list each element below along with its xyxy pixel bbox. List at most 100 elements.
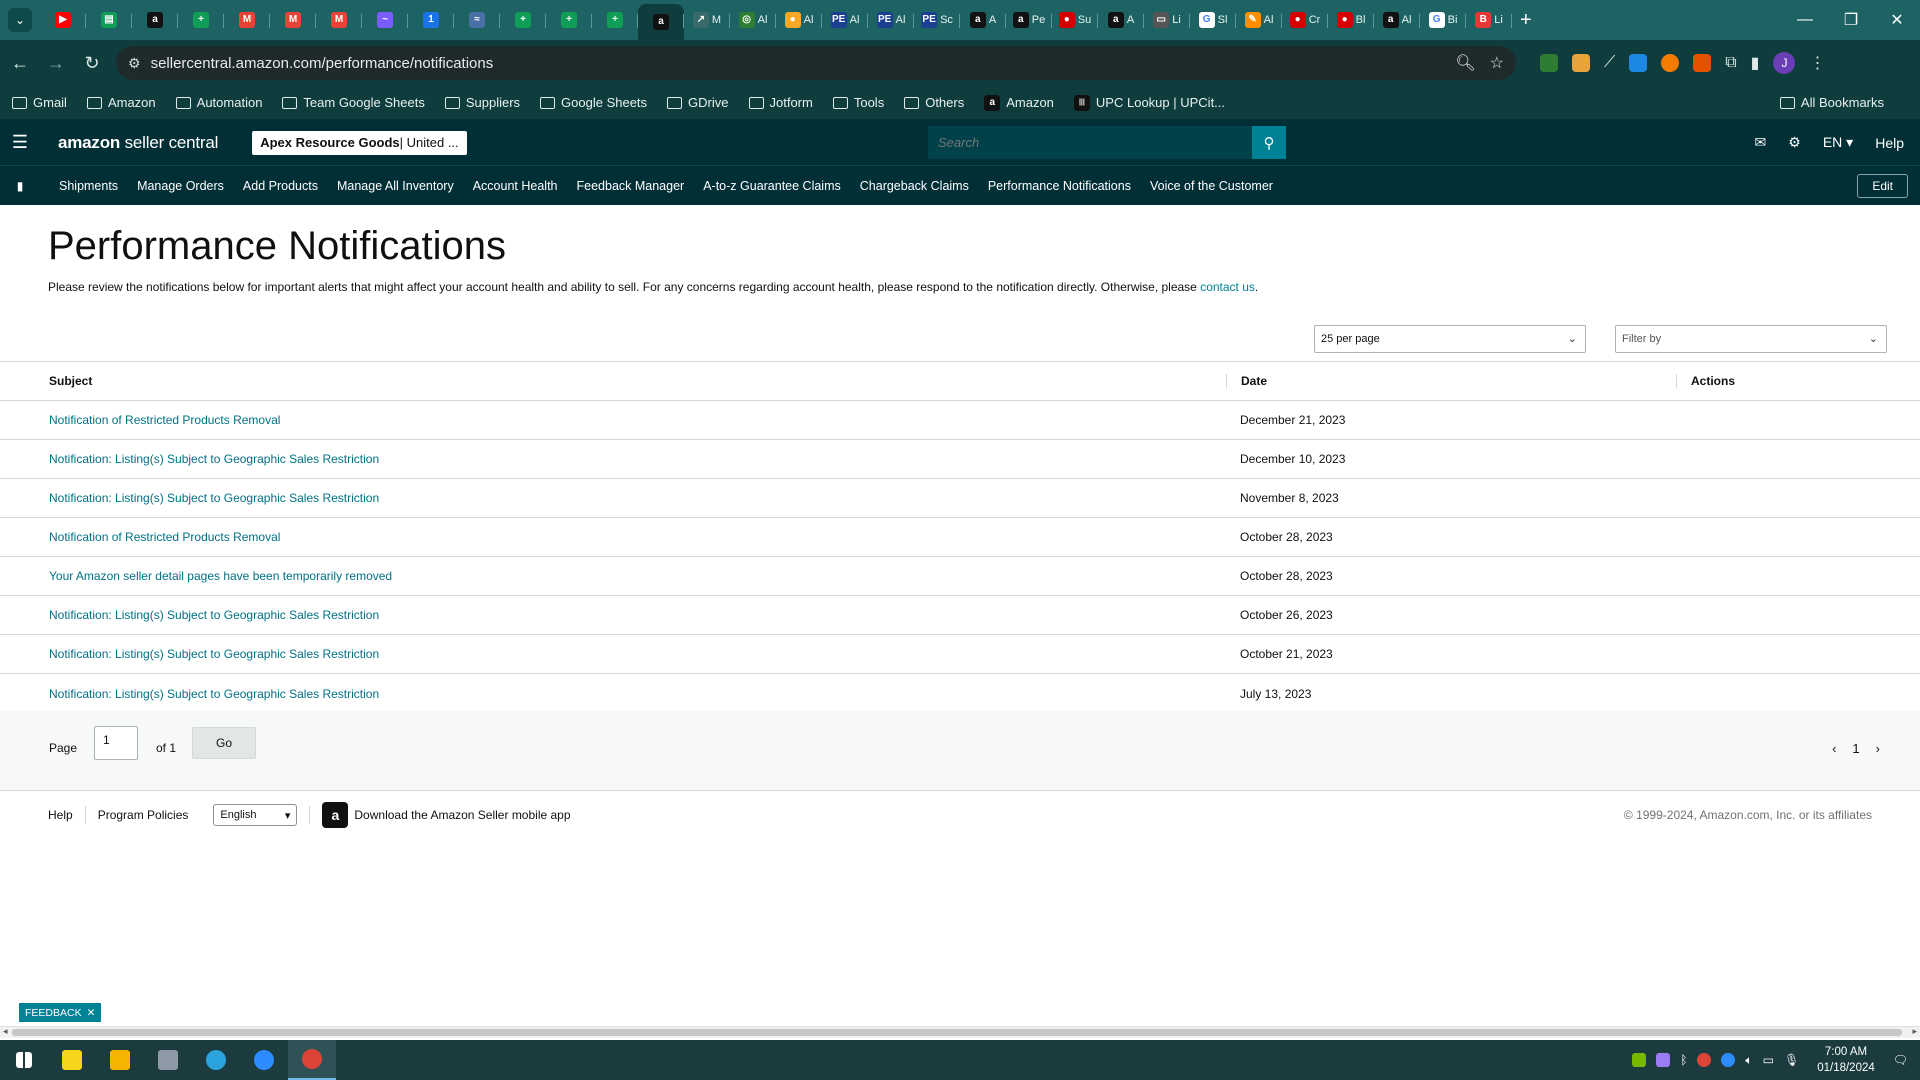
extension-icon[interactable] — [1572, 54, 1590, 72]
next-page-icon[interactable]: › — [1876, 741, 1880, 756]
per-page-select[interactable]: 25 per page ⌄ — [1314, 325, 1586, 353]
close-window-icon[interactable]: ✕ — [1874, 0, 1920, 40]
footer-help-link[interactable]: Help — [48, 808, 73, 822]
zoom-tray-icon[interactable] — [1721, 1053, 1736, 1067]
extension-icon[interactable] — [1661, 54, 1680, 72]
chrome-tray-icon[interactable] — [1697, 1053, 1712, 1067]
browser-tab[interactable]: PE Al — [868, 4, 914, 36]
address-bar[interactable]: ⚙ sellercentral.amazon.com/performance/n… — [116, 46, 1516, 80]
new-tab-icon[interactable]: + — [1520, 9, 1532, 32]
nav-item-add-products[interactable]: Add Products — [243, 179, 318, 193]
bookmark-item[interactable]: GDrive — [667, 95, 729, 110]
bookmark-item[interactable]: Google Sheets — [540, 95, 647, 110]
mail-icon[interactable]: ✉ — [1755, 134, 1767, 151]
browser-tab[interactable]: M — [224, 4, 270, 36]
browser-tab[interactable]: ✎ Al — [1236, 4, 1282, 36]
settings-gear-icon[interactable]: ⚙ — [1788, 134, 1801, 151]
extension-icon[interactable] — [1540, 54, 1558, 72]
browser-tab[interactable]: ● Su — [1052, 4, 1098, 36]
download-app-link[interactable]: a Download the Amazon Seller mobile app — [322, 802, 571, 828]
bookmark-item[interactable]: Jotform — [748, 95, 813, 110]
scroll-left-icon[interactable]: ◂ — [3, 1026, 8, 1037]
notification-subject-link[interactable]: Notification: Listing(s) Subject to Geog… — [0, 452, 1226, 466]
file-explorer-icon[interactable] — [96, 1040, 144, 1080]
nav-item-account-health[interactable]: Account Health — [473, 179, 558, 193]
notification-subject-link[interactable]: Your Amazon seller detail pages have bee… — [0, 569, 1226, 583]
nav-item-manage-orders[interactable]: Manage Orders — [137, 179, 224, 193]
nav-item-feedback-manager[interactable]: Feedback Manager — [577, 179, 685, 193]
close-icon[interactable]: ✕ — [87, 1007, 96, 1019]
feedback-button[interactable]: FEEDBACK ✕ — [19, 1003, 102, 1022]
back-icon[interactable]: ← — [4, 47, 36, 79]
url-text[interactable]: sellercentral.amazon.com/performance/not… — [151, 55, 1442, 72]
extension-icon[interactable]: ⟋ — [1604, 54, 1615, 72]
forward-icon[interactable]: → — [40, 47, 72, 79]
chrome-icon[interactable] — [288, 1040, 336, 1080]
browser-tab[interactable]: ● Al — [776, 4, 822, 36]
browser-tab[interactable]: + — [500, 4, 546, 36]
contact-us-link[interactable]: contact us — [1200, 280, 1255, 294]
horizontal-scrollbar[interactable]: ◂ ▸ — [0, 1026, 1920, 1038]
side-panel-icon[interactable]: ▮ — [1751, 53, 1760, 73]
footer-language-select[interactable]: English ▾ — [213, 804, 298, 826]
network-icon[interactable]: ▭ — [1763, 1053, 1774, 1067]
nav-item-voice-of-the-customer[interactable]: Voice of the Customer — [1150, 179, 1273, 193]
notification-subject-link[interactable]: Notification: Listing(s) Subject to Geog… — [0, 491, 1226, 505]
store-selector[interactable]: Apex Resource Goods | United ... — [252, 130, 467, 155]
browser-tab[interactable]: ◎ Al — [730, 4, 776, 36]
nav-item-shipments[interactable]: Shipments — [59, 179, 118, 193]
browser-tab[interactable]: ↗ M — [684, 4, 730, 36]
extension-icon[interactable] — [1693, 54, 1712, 72]
browser-tab[interactable]: aA — [1098, 4, 1144, 36]
filter-by-select[interactable]: Filter by ⌄ — [1615, 325, 1887, 353]
nvidia-icon[interactable] — [1632, 1053, 1647, 1067]
prev-page-icon[interactable]: ‹ — [1832, 741, 1836, 756]
windows-start-icon[interactable] — [0, 1040, 48, 1080]
calculator-icon[interactable] — [144, 1040, 192, 1080]
column-subject[interactable]: Subject — [0, 374, 1226, 388]
sticky-notes-icon[interactable] — [48, 1040, 96, 1080]
bookmark-item[interactable]: Gmail — [12, 95, 67, 110]
extensions-puzzle-icon[interactable]: ⧉ — [1725, 54, 1736, 72]
site-info-icon[interactable]: ⚙ — [128, 55, 141, 72]
browser-tab[interactable]: ≈ — [454, 4, 500, 36]
browser-menu-icon[interactable]: ⋮ — [1809, 53, 1825, 73]
restore-icon[interactable]: ❐ — [1828, 0, 1874, 40]
browser-tab[interactable]: B Li — [1466, 4, 1512, 36]
bookmark-item[interactable]: Team Google Sheets — [282, 95, 425, 110]
bookmark-icon[interactable]: ▮ — [0, 179, 40, 193]
clock[interactable]: 7:00 AM 01/18/2024 — [1817, 1044, 1875, 1076]
browser-tab[interactable]: a — [132, 4, 178, 36]
notification-subject-link[interactable]: Notification: Listing(s) Subject to Geog… — [0, 687, 1226, 701]
minimize-icon[interactable]: — — [1782, 0, 1828, 40]
browser-tab[interactable]: + — [546, 4, 592, 36]
notification-subject-link[interactable]: Notification of Restricted Products Remo… — [0, 413, 1226, 427]
scroll-right-icon[interactable]: ▸ — [1912, 1026, 1917, 1037]
notification-subject-link[interactable]: Notification: Listing(s) Subject to Geog… — [0, 647, 1226, 661]
all-bookmarks[interactable]: All Bookmarks — [1779, 95, 1884, 110]
browser-tab[interactable]: PE Al — [822, 4, 868, 36]
browser-tab[interactable]: a Al — [1374, 4, 1420, 36]
seller-central-logo[interactable]: amazon seller central — [58, 133, 218, 153]
column-date[interactable]: Date — [1226, 374, 1676, 388]
bluetooth-icon[interactable]: ᛒ — [1680, 1053, 1687, 1067]
telegram-icon[interactable] — [192, 1040, 240, 1080]
bookmark-star-icon[interactable]: ☆ — [1490, 53, 1504, 73]
browser-tab[interactable]: ▤ — [86, 4, 132, 36]
reload-icon[interactable]: ↻ — [76, 47, 108, 79]
notification-subject-link[interactable]: Notification of Restricted Products Remo… — [0, 530, 1226, 544]
zoom-icon[interactable] — [240, 1040, 288, 1080]
browser-tab[interactable]: ▶ — [40, 4, 86, 36]
nav-item-a-to-z-guarantee-claims[interactable]: A-to-z Guarantee Claims — [703, 179, 841, 193]
bookmark-item[interactable]: Others — [904, 95, 964, 110]
program-policies-link[interactable]: Program Policies — [98, 808, 189, 822]
browser-tab[interactable]: a — [638, 4, 684, 40]
browser-tab[interactable]: ▭ Li — [1144, 4, 1190, 36]
browser-tab[interactable]: M — [270, 4, 316, 36]
hamburger-menu-icon[interactable]: ☰ — [0, 132, 40, 153]
browser-tab[interactable]: G Bi — [1420, 4, 1466, 36]
zoom-icon[interactable]: 🔍︎ — [1455, 53, 1475, 73]
browser-tab[interactable]: PE Sc — [914, 4, 960, 36]
browser-tab[interactable]: + — [178, 4, 224, 36]
browser-tab[interactable]: + — [592, 4, 638, 36]
